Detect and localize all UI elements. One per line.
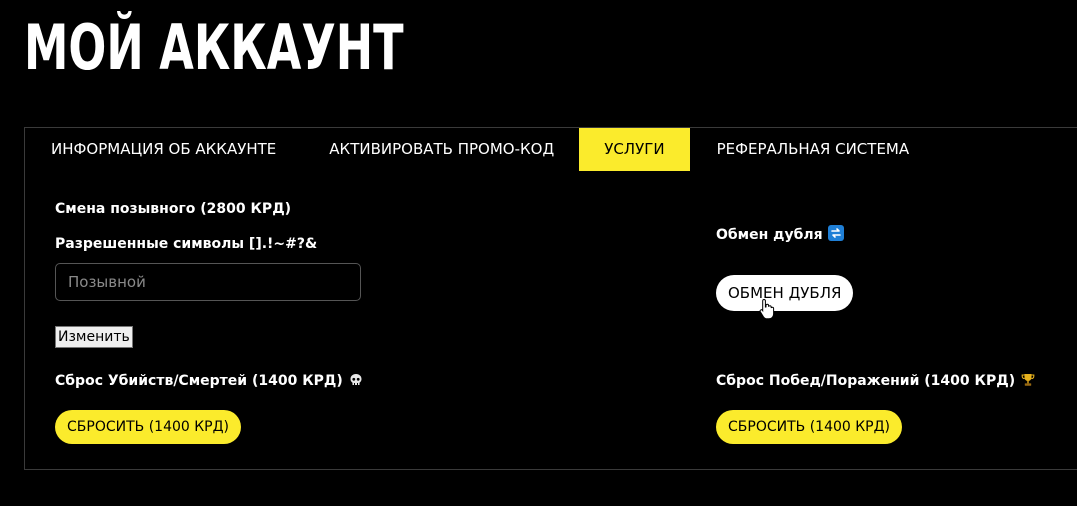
- duplicate-exchange-heading-text: Обмен дубля: [716, 227, 823, 243]
- tab-bar: ИНФОРМАЦИЯ ОБ АККАУНТЕ АКТИВИРОВАТЬ ПРОМ…: [25, 128, 909, 171]
- wl-reset-heading: Сброс Побед/Поражений (1400 КРД): [716, 373, 1035, 391]
- swap-icon: [827, 225, 844, 241]
- tab-services[interactable]: УСЛУГИ: [579, 128, 690, 171]
- kd-reset-heading: Сброс Убийств/Смертей (1400 КРД): [55, 373, 363, 391]
- reset-wl-button[interactable]: СБРОСИТЬ (1400 КРД): [716, 410, 903, 444]
- account-panel: ИНФОРМАЦИЯ ОБ АККАУНТЕ АКТИВИРОВАТЬ ПРОМ…: [24, 127, 1077, 470]
- tab-referral[interactable]: РЕФЕРАЛЬНАЯ СИСТЕМА: [717, 128, 910, 171]
- duplicate-exchange-heading: Обмен дубля: [716, 225, 844, 243]
- skull-icon: [349, 373, 363, 391]
- change-callsign-button[interactable]: Изменить: [55, 326, 133, 348]
- reset-kd-button[interactable]: СБРОСИТЬ (1400 КРД): [55, 410, 242, 444]
- kd-reset-heading-text: Сброс Убийств/Смертей (1400 КРД): [55, 373, 343, 389]
- hand-cursor-icon: [759, 298, 775, 324]
- allowed-chars-label: Разрешенные символы [].!~#?&: [55, 236, 318, 252]
- trophy-icon: [1021, 373, 1035, 391]
- tab-promo-code[interactable]: АКТИВИРОВАТЬ ПРОМО-КОД: [329, 128, 554, 171]
- exchange-duplicate-button[interactable]: ОБМЕН ДУБЛЯ: [716, 275, 854, 311]
- wl-reset-heading-text: Сброс Побед/Поражений (1400 КРД): [716, 373, 1016, 389]
- tab-account-info[interactable]: ИНФОРМАЦИЯ ОБ АККАУНТЕ: [51, 128, 276, 171]
- callsign-input[interactable]: [55, 263, 361, 301]
- callsign-heading: Смена позывного (2800 КРД): [55, 201, 292, 217]
- page-title: МОЙ АККАУНТ: [24, 11, 404, 84]
